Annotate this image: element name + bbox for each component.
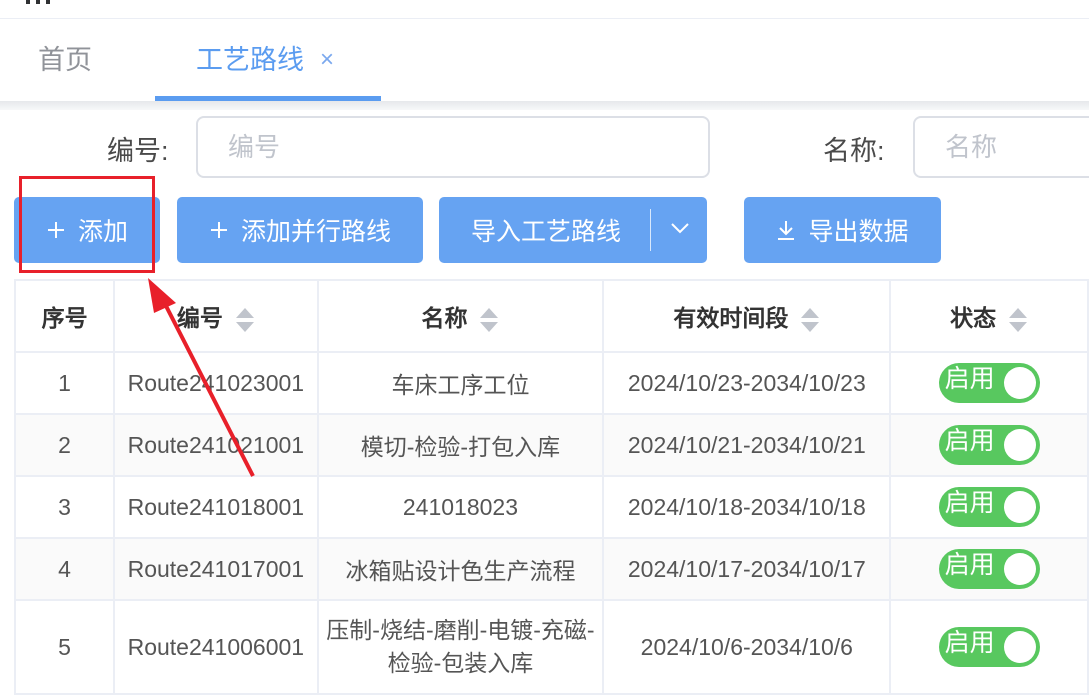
clipped-title-fragment [22,0,56,4]
toggle-knob [1003,491,1036,523]
table-row: 1 Route241023001 车床工序工位 2024/10/23-2034/… [13,351,1089,415]
table-row: 5 Route241006001 压制-烧结-磨削-电镀-充磁- 检验-包装入库… [13,599,1089,695]
toggle-knob [1003,553,1036,585]
header-code[interactable]: 编号 [113,279,319,353]
cell-name: 冰箱贴设计色生产流程 [316,537,605,601]
header-index: 序号 [13,279,116,353]
header-period-label: 有效时间段 [673,305,789,331]
split-divider [650,209,651,251]
header-period[interactable]: 有效时间段 [602,279,892,353]
sort-icon[interactable] [1008,307,1028,332]
cell-code: Route241021001 [113,413,319,477]
cell-status: 启用 [889,413,1089,477]
import-route-label: 导入工艺路线 [471,218,622,246]
status-toggle-label: 启用 [944,365,995,393]
annotation-highlight-box [19,176,155,273]
table-header-row: 序号 编号 名称 有效时间段 状态 [13,279,1089,353]
table-row: 3 Route241018001 241018023 2024/10/18-20… [13,475,1089,539]
cell-status: 启用 [889,351,1089,415]
tab-bar: 首页 工艺路线 × [0,19,1089,101]
route-table: 序号 编号 名称 有效时间段 状态 1 Route241023001 车床工序工… [13,279,1089,695]
status-toggle[interactable]: 启用 [938,627,1040,667]
cell-name: 模切-检验-打包入库 [316,413,605,477]
status-toggle-label: 启用 [944,551,995,579]
import-dropdown-toggle[interactable] [652,197,707,263]
status-toggle-label: 启用 [944,629,995,657]
cell-period: 2024/10/23-2034/10/23 [602,351,892,415]
export-data-button[interactable]: 导出数据 [744,197,941,263]
name-input[interactable] [913,116,1089,178]
header-status[interactable]: 状态 [889,279,1089,353]
cell-code: Route241018001 [113,475,319,539]
header-name-label: 名称 [421,305,468,331]
status-toggle-label: 启用 [944,489,995,517]
cell-status: 启用 [889,475,1089,539]
cell-period: 2024/10/18-2034/10/18 [602,475,892,539]
cell-name-line2: 检验-包装入库 [387,650,534,676]
window-top-strip [0,0,1089,19]
cell-period: 2024/10/21-2034/10/21 [602,413,892,477]
cell-index: 5 [13,599,116,695]
tab-bar-divider [0,101,1089,110]
toggle-knob [1003,429,1036,461]
sort-icon[interactable] [235,307,255,332]
code-label: 编号: [107,136,169,166]
sort-icon[interactable] [479,307,499,332]
cell-name: 压制-烧结-磨削-电镀-充磁- 检验-包装入库 [316,599,605,695]
tab-process-route[interactable]: 工艺路线 [196,19,304,101]
sort-icon[interactable] [800,307,820,332]
plus-icon [209,220,229,240]
cell-name-line1: 压制-烧结-磨削-电镀-充磁- [326,617,595,643]
cell-code: Route241006001 [113,599,319,695]
header-index-label: 序号 [41,305,88,331]
status-toggle-label: 启用 [944,427,995,455]
close-icon[interactable]: × [320,19,334,101]
code-input[interactable] [196,116,710,178]
header-code-label: 编号 [176,305,223,331]
header-status-label: 状态 [950,305,997,331]
export-data-label: 导出数据 [808,218,909,246]
add-parallel-route-label: 添加并行路线 [240,218,391,246]
status-toggle[interactable]: 启用 [938,363,1040,403]
toggle-knob [1003,631,1036,663]
cell-index: 4 [13,537,116,601]
cell-index: 3 [13,475,116,539]
chevron-down-icon [670,221,690,239]
cell-index: 2 [13,413,116,477]
cell-name: 241018023 [316,475,605,539]
cell-status: 启用 [889,599,1089,695]
cell-code: Route241023001 [113,351,319,415]
table-row: 4 Route241017001 冰箱贴设计色生产流程 2024/10/17-2… [13,537,1089,601]
cell-name: 车床工序工位 [316,351,605,415]
status-toggle[interactable]: 启用 [938,425,1040,465]
cell-index: 1 [13,351,116,415]
name-label: 名称: [823,136,885,166]
cell-code: Route241017001 [113,537,319,601]
header-name[interactable]: 名称 [316,279,605,353]
cell-period: 2024/10/6-2034/10/6 [602,599,892,695]
status-toggle[interactable]: 启用 [938,487,1040,527]
table-row: 2 Route241021001 模切-检验-打包入库 2024/10/21-2… [13,413,1089,477]
add-parallel-route-button[interactable]: 添加并行路线 [177,197,423,263]
status-toggle[interactable]: 启用 [938,549,1040,589]
download-icon [776,219,796,241]
toggle-knob [1003,367,1036,399]
cell-period: 2024/10/17-2034/10/17 [602,537,892,601]
tab-home[interactable]: 首页 [38,19,92,101]
cell-status: 启用 [889,537,1089,601]
